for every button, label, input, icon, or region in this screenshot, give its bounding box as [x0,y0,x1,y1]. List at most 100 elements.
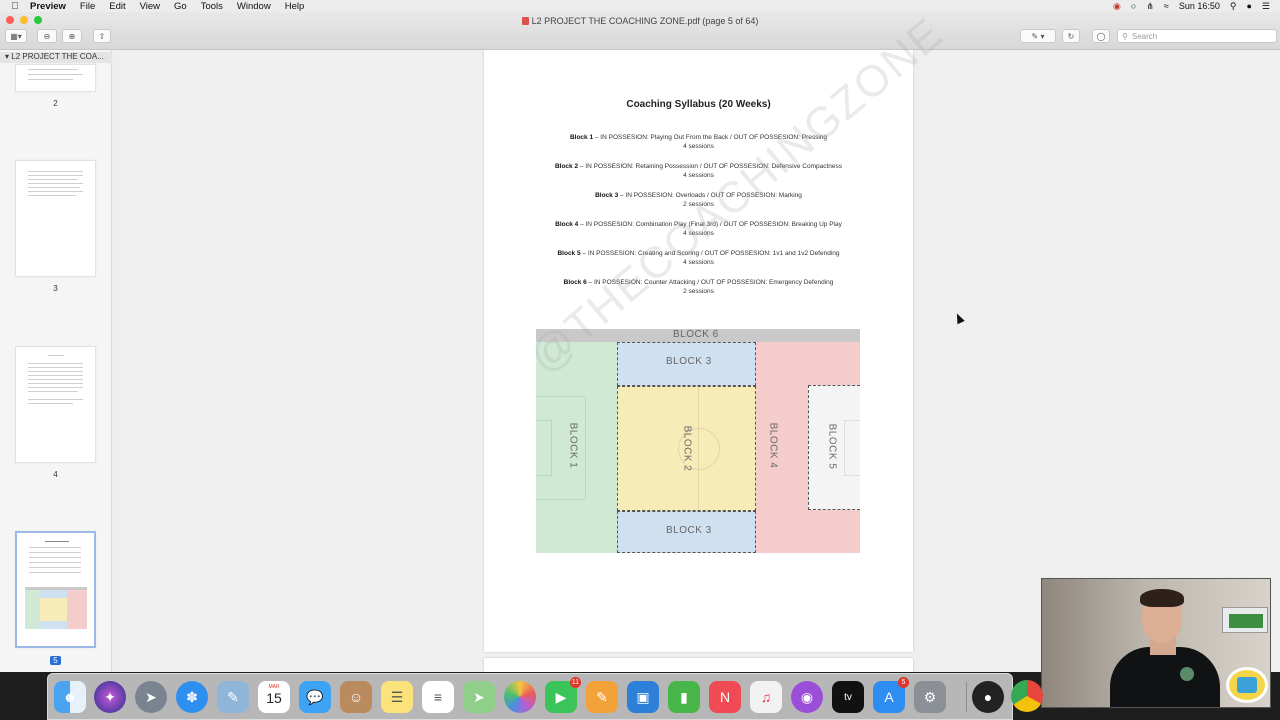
contacts-icon[interactable]: ☺ [340,681,372,713]
maps-icon[interactable]: ➤ [463,681,495,713]
page-thumbnail-3[interactable] [15,160,96,277]
zoom-out-icon: ⊖ [43,31,51,41]
webcam-overlay [1041,578,1271,708]
page-thumbnail-5[interactable] [15,531,96,648]
search-placeholder: Search [1131,31,1158,41]
siri-icon[interactable]: ✦ [94,681,126,713]
zoom-out-button[interactable]: ⊖ [37,29,57,43]
messages-icon[interactable]: 💬 [299,681,331,713]
screen:  Preview File Edit View Go Tools Window… [0,0,1280,720]
menu-extras: ◉ ○ ⋔ ≈ Sun 16:50 ⚲ ● ☰ [1113,0,1270,12]
pitch-zone-block-2: BLOCK 2 [617,386,756,511]
window-title-text: L2 PROJECT THE COACHING ZONE.pdf (page 5… [531,16,759,26]
page-thumbnail-2[interactable] [15,64,96,92]
search-icon: ⚲ [1122,31,1128,41]
sidebar-toggle-button[interactable]: ▦▾ [5,29,27,43]
page-number-2: 2 [53,99,58,108]
wifi-icon[interactable]: ≈ [1164,1,1169,11]
zoom-in-icon: ⊕ [68,31,76,41]
thumbnail-sidebar: ▾ L2 PROJECT THE COA... 2 3 4 5 [0,50,112,672]
appstore-badge: 5 [898,677,909,688]
calendar-icon[interactable]: MAR 15 [258,681,290,713]
menu-view[interactable]: View [140,1,160,12]
preview-icon[interactable]: ✎ [217,681,249,713]
block-2-sessions: 4 sessions [683,172,714,179]
block-2-description: Block 2 – IN POSSESION: Retaining Posses… [484,162,913,180]
block-6-description: Block 6 – IN POSSESION: Counter Attackin… [484,278,913,296]
user-icon[interactable]: ● [1246,1,1251,11]
block-1-description: Block 1 – IN POSSESION: Playing Out From… [484,133,913,151]
pitch-label-block-3-top: BLOCK 3 [666,356,712,367]
block-1-sessions: 4 sessions [683,143,714,150]
music-icon[interactable]: ♫ [750,681,782,713]
launchpad-icon[interactable]: ➤ [135,681,167,713]
sidebar-doc-name: L2 PROJECT THE COA... [11,52,104,61]
news-icon[interactable]: N [709,681,741,713]
notification-center-icon[interactable]: ☰ [1262,1,1270,12]
page-number-3: 3 [53,284,58,293]
title-bar: L2 PROJECT THE COACHING ZONE.pdf (page 5… [0,12,1280,50]
dock: ☻ ✦ ➤ ✽ ✎ MAR 15 💬 ☺ ☰ ≡ ➤ ▶ 11 ✎ ▣ ▮ N ♫… [47,673,1013,720]
coaching-zone-logo [1226,667,1268,703]
spotlight-icon[interactable]: ⚲ [1230,1,1237,12]
pen-icon: ✎ ▾ [1031,31,1045,41]
page-number-5: 5 [15,656,96,665]
menu-bar:  Preview File Edit View Go Tools Window… [0,0,1280,12]
jacket-badge [1180,667,1194,681]
sidebar-header[interactable]: ▾ L2 PROJECT THE COA... [0,52,112,63]
share-icon: ⇧ [98,31,106,41]
menu-go[interactable]: Go [174,1,187,12]
menu-window[interactable]: Window [237,1,271,12]
pitch-label-block-6: BLOCK 6 [673,329,719,340]
menu-help[interactable]: Help [285,1,305,12]
markup-pen-button[interactable]: ✎ ▾ [1020,29,1056,43]
menu-file[interactable]: File [80,1,95,12]
menu-edit[interactable]: Edit [109,1,125,12]
pages-icon[interactable]: ✎ [586,681,618,713]
markup-icon: ◯ [1096,31,1106,41]
pitch-label-block-3-bottom: BLOCK 3 [666,525,712,536]
apple-menu-icon[interactable]:  [0,1,30,12]
obs-icon[interactable]: ● [972,681,1004,713]
clock[interactable]: Sun 16:50 [1179,1,1220,11]
reminders-icon[interactable]: ≡ [422,681,454,713]
chrome-icon[interactable] [1011,680,1043,712]
rotate-button[interactable]: ↻ [1062,29,1080,43]
appstore-icon[interactable]: A5 [873,677,909,713]
tv-icon[interactable]: tv [832,681,864,713]
bluetooth-icon[interactable]: ⋔ [1146,1,1154,12]
facetime-icon[interactable]: ▶ 11 [545,677,581,713]
pdf-file-icon [521,17,529,25]
pitch-zone-block-5: BLOCK 5 [808,385,860,510]
finder-icon[interactable]: ☻ [54,681,86,713]
numbers-icon[interactable]: ▮ [668,681,700,713]
screen-record-icon[interactable]: ◉ [1113,1,1121,12]
system-preferences-icon[interactable]: ⚙ [914,681,946,713]
tactics-board [1222,607,1268,633]
pitch-label-block-1: BLOCK 1 [567,422,579,469]
markup-toolbar-button[interactable]: ◯ [1092,29,1110,43]
photos-icon[interactable] [504,681,536,713]
podcasts-icon[interactable]: ◉ [791,681,823,713]
pitch-diagram: BLOCK 6 BLOCK 1 BLOCK 3 BLOCK 2 BLOCK 3 … [536,329,860,553]
search-field[interactable]: ⚲ Search [1117,29,1277,43]
share-button[interactable]: ⇧ [93,29,111,43]
calendar-day: 15 [266,690,282,706]
facetime-badge: 11 [569,677,581,688]
creative-cloud-icon[interactable]: ○ [1131,1,1136,11]
keynote-icon[interactable]: ▣ [627,681,659,713]
block-6-sessions: 2 sessions [683,288,714,295]
notes-icon[interactable]: ☰ [381,681,413,713]
menu-tools[interactable]: Tools [201,1,223,12]
preview-window: L2 PROJECT THE COACHING ZONE.pdf (page 5… [0,12,1280,672]
page-thumbnail-4[interactable] [15,346,96,463]
sidebar-icon: ▦▾ [10,31,22,41]
pitch-label-block-5: BLOCK 5 [826,423,838,470]
menu-app-name[interactable]: Preview [30,1,66,12]
pdf-page-6-top [484,658,913,672]
pitch-label-block-4: BLOCK 4 [767,422,779,469]
safari-icon[interactable]: ✽ [176,681,208,713]
zoom-in-button[interactable]: ⊕ [62,29,82,43]
rotate-icon: ↻ [1067,31,1075,41]
pitch-label-block-2: BLOCK 2 [681,425,693,472]
